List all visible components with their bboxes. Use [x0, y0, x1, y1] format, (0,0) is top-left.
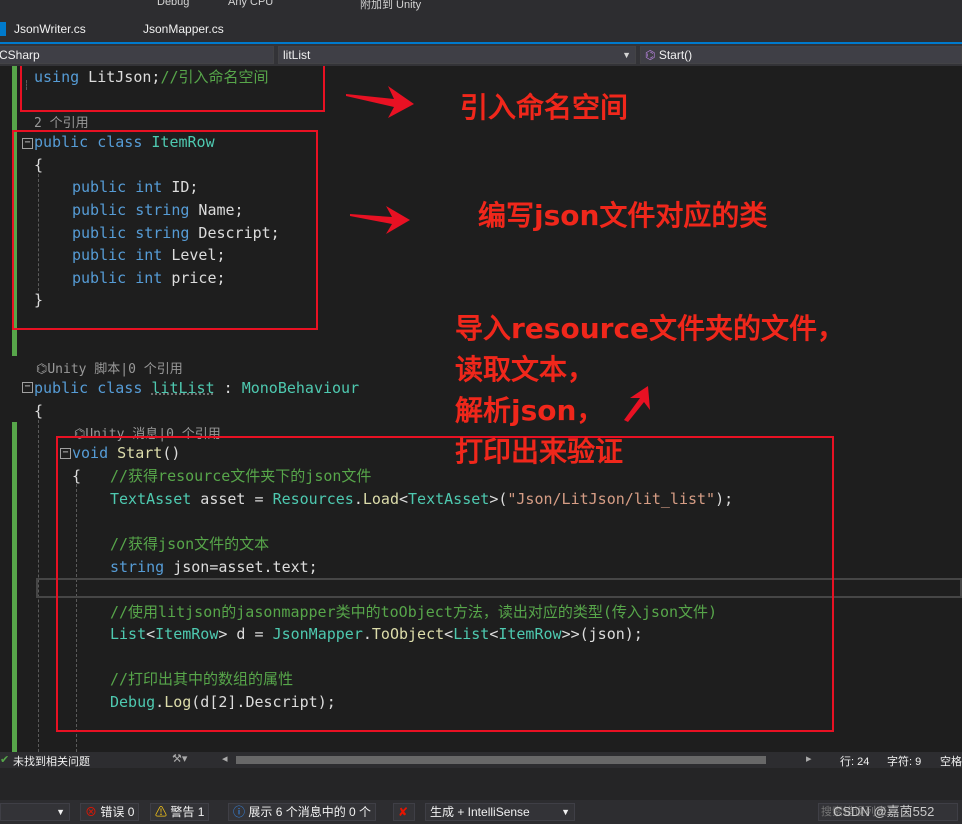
scroll-left-icon[interactable]: ◂ [222, 752, 228, 765]
brush-icon[interactable]: ⚒▾ [172, 752, 187, 765]
codelens-unity-script[interactable]: ⌬Unity 脚本|0 个引用 [36, 358, 183, 377]
member-name: Start() [658, 48, 693, 62]
editor-status-strip: ✔ 未找到相关问题 ⚒▾ ◂ ▸ 行: 24 字符: 9 空格 [0, 752, 962, 768]
member-dropdown[interactable]: ⌬ Start() [640, 46, 962, 64]
chevron-down-icon: ▼ [622, 50, 631, 60]
annotation-box-start [56, 436, 834, 732]
class-dropdown[interactable]: litList ▼ [278, 46, 636, 64]
class-name: litList [283, 48, 311, 62]
navigation-bar: CSharp litList ▼ ⌬ Start() [0, 44, 962, 66]
annotation-steps: 导入resource文件夹的文件， 读取文本， 解析json， 打印出来验证 [455, 312, 846, 468]
fold-toggle[interactable]: − [22, 382, 33, 393]
annotation-class: 编写json文件对应的类 [478, 199, 768, 232]
error-list-header [0, 768, 962, 800]
member-icon: ⌬ [645, 48, 656, 62]
error-icon: ⊗ [85, 805, 98, 819]
attach-unity-button[interactable]: 附加到 Unity [360, 0, 421, 11]
code-brace: { [34, 402, 44, 420]
project-name: CSharp [0, 48, 40, 62]
filter-toggle-icon[interactable]: ✘ [393, 803, 415, 821]
messages-filter[interactable]: ⓘ 展示 6 个消息中的 0 个 [228, 803, 377, 821]
arrow-right-icon [346, 86, 414, 118]
project-dropdown[interactable]: CSharp [0, 46, 274, 64]
scope-dropdown[interactable]: ▼ [0, 803, 70, 821]
issues-status[interactable]: 未找到相关问题 [13, 753, 90, 769]
codelens-references[interactable]: 2 个引用 [34, 112, 89, 131]
info-icon: ⓘ [233, 805, 246, 819]
csharp-file-icon [0, 22, 6, 36]
code-line-class-litlist: public class litList : MonoBehaviour [34, 379, 360, 397]
watermark: CSDN @嘉茵552 [833, 804, 935, 819]
line-indicator: 行: 24 [840, 756, 870, 768]
arrow-right-icon [350, 206, 410, 234]
tab-jsonmapper[interactable]: JsonMapper.cs [143, 22, 224, 36]
build-source-dropdown[interactable]: 生成 + IntelliSense ▼ [425, 803, 575, 821]
whitespace-indicator: 空格 [940, 756, 962, 768]
annotation-box-namespace [20, 66, 325, 112]
check-icon: ✔ [0, 754, 10, 766]
platform-dropdown[interactable]: Any CPU [228, 0, 273, 8]
errors-filter[interactable]: ⊗ 错误 0 [80, 803, 140, 821]
annotation-namespace: 引入命名空间 [460, 91, 629, 124]
code-editor[interactable]: − − − using LitJson;//引入命名空间 2 个引用 publi… [0, 66, 962, 752]
change-marker [12, 422, 17, 752]
annotation-box-class [12, 130, 318, 330]
warnings-filter[interactable]: ⚠ 警告 1 [150, 803, 210, 821]
tab-jsonwriter[interactable]: JsonWriter.cs [14, 22, 86, 36]
config-dropdown[interactable]: Debug [157, 0, 189, 8]
error-list-toolbar: ▼ ⊗ 错误 0 ⚠ 警告 1 ⓘ 展示 6 个消息中的 0 个 ✘ 生成 + … [0, 800, 962, 824]
document-tab-bar: JsonWriter.cs JsonMapper.cs [0, 12, 962, 44]
warning-icon: ⚠ [155, 805, 168, 819]
scroll-right-icon[interactable]: ▸ [806, 752, 812, 765]
column-indicator: 字符: 9 [887, 756, 922, 768]
toolbar: Debug Any CPU 附加到 Unity [0, 0, 962, 12]
horizontal-scrollbar[interactable] [236, 756, 766, 764]
